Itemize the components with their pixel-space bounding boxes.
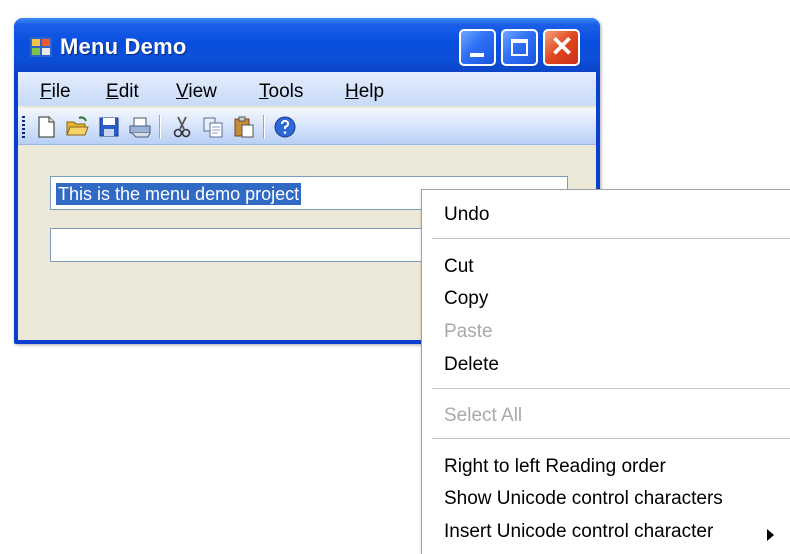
ctx-paste: Paste xyxy=(444,321,493,342)
toolbar-separator xyxy=(159,115,161,139)
close-button[interactable]: ✕ xyxy=(543,29,580,66)
copy-icon[interactable] xyxy=(201,115,225,139)
menu-help-label: elp xyxy=(358,81,385,102)
toolbar-separator xyxy=(263,115,265,139)
menu-file[interactable]: File xyxy=(40,81,71,103)
menu-help[interactable]: Help xyxy=(345,81,384,103)
save-icon[interactable] xyxy=(97,115,121,139)
ctx-separator xyxy=(432,238,790,239)
menu-tools-label: ools xyxy=(268,81,304,102)
context-menu: Undo Cut Copy Paste Delete Select All Ri… xyxy=(421,189,790,554)
ctx-select-all: Select All xyxy=(444,405,523,426)
toolbar xyxy=(18,108,596,145)
print-icon[interactable] xyxy=(128,115,152,139)
close-icon: ✕ xyxy=(550,31,574,62)
ctx-cut[interactable]: Cut xyxy=(444,256,474,278)
ctx-insert-unicode[interactable]: Insert Unicode control character xyxy=(444,521,713,543)
menu-file-label: ile xyxy=(51,81,71,102)
ctx-delete[interactable]: Delete xyxy=(444,354,499,376)
ctx-copy[interactable]: Copy xyxy=(444,288,488,310)
paste-icon[interactable] xyxy=(232,115,256,139)
ctx-rtl-reading-order[interactable]: Right to left Reading order xyxy=(444,456,666,478)
menu-bar: File Edit View Tools Help xyxy=(18,72,596,106)
menu-edit[interactable]: Edit xyxy=(106,81,139,103)
help-icon[interactable] xyxy=(273,115,297,139)
ctx-separator xyxy=(432,388,790,389)
window-title: Menu Demo xyxy=(60,34,187,59)
menu-view-mnemonic: V xyxy=(176,81,189,102)
menu-tools[interactable]: Tools xyxy=(259,81,303,103)
ctx-undo[interactable]: Undo xyxy=(444,204,489,226)
ctx-show-unicode[interactable]: Show Unicode control characters xyxy=(444,488,723,510)
menu-view[interactable]: View xyxy=(176,81,217,103)
menu-view-label: iew xyxy=(188,81,217,102)
maximize-button[interactable] xyxy=(501,29,538,66)
cut-icon[interactable] xyxy=(170,115,194,139)
app-icon xyxy=(30,37,52,57)
ctx-separator xyxy=(432,438,790,439)
open-folder-icon[interactable] xyxy=(65,115,89,139)
submenu-arrow-icon xyxy=(767,529,774,541)
menu-tools-mnemonic: T xyxy=(259,81,269,102)
menu-edit-mnemonic: E xyxy=(106,81,119,102)
new-file-icon[interactable] xyxy=(34,115,58,139)
menu-edit-label: dit xyxy=(118,81,139,102)
minimize-button[interactable] xyxy=(459,29,496,66)
minimize-icon xyxy=(470,53,484,57)
maximize-icon xyxy=(511,39,528,56)
selected-text: This is the menu demo project xyxy=(56,183,302,205)
toolbar-grip[interactable] xyxy=(22,116,25,138)
title-bar[interactable]: Menu Demo ✕ xyxy=(14,18,600,72)
menu-help-mnemonic: H xyxy=(345,81,359,102)
menu-file-mnemonic: F xyxy=(40,81,52,102)
